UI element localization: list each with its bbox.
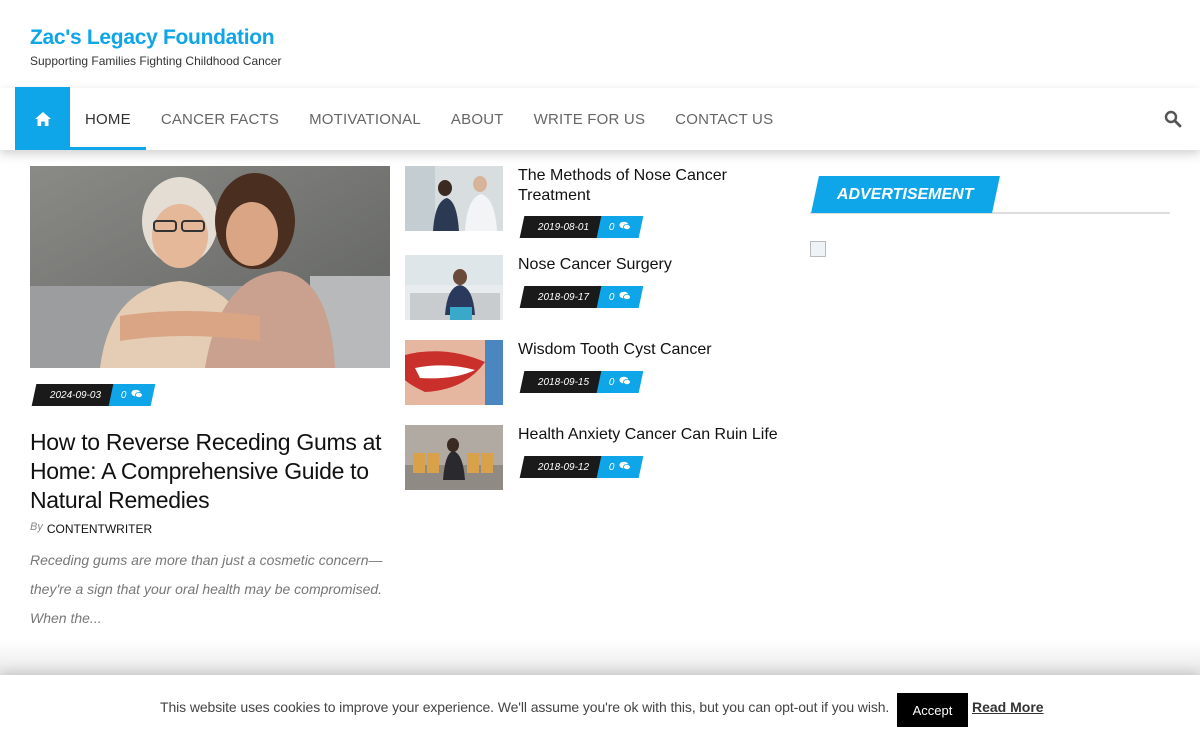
post-date-badge[interactable]: 2024-09-03 [31, 384, 118, 406]
comment-count-badge[interactable]: 0 [596, 216, 644, 238]
post-title[interactable]: The Methods of Nose Cancer Treatment [518, 166, 778, 206]
post-meta: 2018-09-17 0 [519, 286, 644, 308]
post-title[interactable]: Health Anxiety Cancer Can Ruin Life [518, 425, 778, 445]
post-meta: 2019-08-01 0 [519, 216, 644, 238]
comment-count-badge[interactable]: 0 [596, 456, 644, 478]
list-item: Health Anxiety Cancer Can Ruin Life 2018… [405, 425, 795, 491]
nav-item-contact-us[interactable]: CONTACT US [660, 88, 788, 150]
featured-post-byline: By CONTENTWRITER [30, 521, 152, 536]
featured-post-excerpt: Receding gums are more than just a cosme… [30, 552, 383, 626]
cookie-accept-button[interactable]: Accept [897, 693, 968, 727]
advertisement-widget-header: ADVERTISEMENT [810, 176, 1170, 214]
cookie-consent-bar: This website uses cookies to improve you… [0, 675, 1200, 740]
post-meta: 2018-09-12 0 [519, 456, 644, 478]
featured-post-meta: 2024-09-03 0 [31, 384, 156, 406]
post-title[interactable]: Wisdom Tooth Cyst Cancer [518, 340, 778, 360]
cookie-read-more-link[interactable]: Read More [972, 699, 1044, 715]
post-date-badge[interactable]: 2018-09-12 [519, 456, 606, 478]
cookie-message: This website uses cookies to improve you… [160, 699, 890, 715]
featured-post-image[interactable] [30, 166, 390, 368]
byline-prefix: By [30, 521, 43, 533]
post-date-badge[interactable]: 2018-09-17 [519, 286, 606, 308]
content-fade [0, 640, 1200, 680]
post-date-badge[interactable]: 2019-08-01 [519, 216, 606, 238]
post-thumbnail[interactable] [405, 340, 503, 405]
author-link[interactable]: CONTENTWRITER [47, 522, 152, 536]
site-header: Zac's Legacy Foundation Supporting Famil… [0, 0, 1200, 88]
comment-icon [619, 291, 631, 300]
home-icon [34, 111, 51, 126]
post-title[interactable]: Nose Cancer Surgery [518, 255, 778, 275]
nav-item-cancer-facts[interactable]: CANCER FACTS [146, 88, 294, 150]
search-icon[interactable] [1164, 110, 1182, 128]
main-navigation: HOME CANCER FACTS MOTIVATIONAL ABOUT WRI… [0, 87, 1200, 150]
comment-count-badge[interactable]: 0 [108, 384, 156, 406]
widget-title: ADVERTISEMENT [811, 176, 1000, 213]
featured-post-title[interactable]: How to Reverse Receding Gums at Home: A … [30, 428, 390, 515]
nav-menu: HOME CANCER FACTS MOTIVATIONAL ABOUT WRI… [70, 88, 788, 150]
post-thumbnail[interactable] [405, 166, 503, 231]
site-tagline: Supporting Families Fighting Childhood C… [30, 54, 282, 68]
list-item: The Methods of Nose Cancer Treatment 201… [405, 166, 795, 238]
comment-icon [619, 461, 631, 470]
nav-home-button[interactable] [15, 87, 70, 150]
nav-item-motivational[interactable]: MOTIVATIONAL [294, 88, 436, 150]
nav-item-about[interactable]: ABOUT [436, 88, 519, 150]
post-meta: 2018-09-15 0 [519, 371, 644, 393]
list-item: Wisdom Tooth Cyst Cancer 2018-09-15 0 [405, 340, 795, 406]
comment-count-badge[interactable]: 0 [596, 286, 644, 308]
comment-icon [131, 389, 143, 398]
comment-icon [619, 376, 631, 385]
broken-image-icon[interactable] [810, 241, 826, 257]
post-thumbnail[interactable] [405, 255, 503, 320]
comment-icon [619, 221, 631, 230]
nav-item-home[interactable]: HOME [70, 88, 146, 150]
post-date-badge[interactable]: 2018-09-15 [519, 371, 606, 393]
comment-count-badge[interactable]: 0 [596, 371, 644, 393]
post-thumbnail[interactable] [405, 425, 503, 490]
nav-item-write-for-us[interactable]: WRITE FOR US [519, 88, 661, 150]
list-item: Nose Cancer Surgery 2018-09-17 0 [405, 255, 795, 321]
site-title[interactable]: Zac's Legacy Foundation [30, 26, 275, 50]
